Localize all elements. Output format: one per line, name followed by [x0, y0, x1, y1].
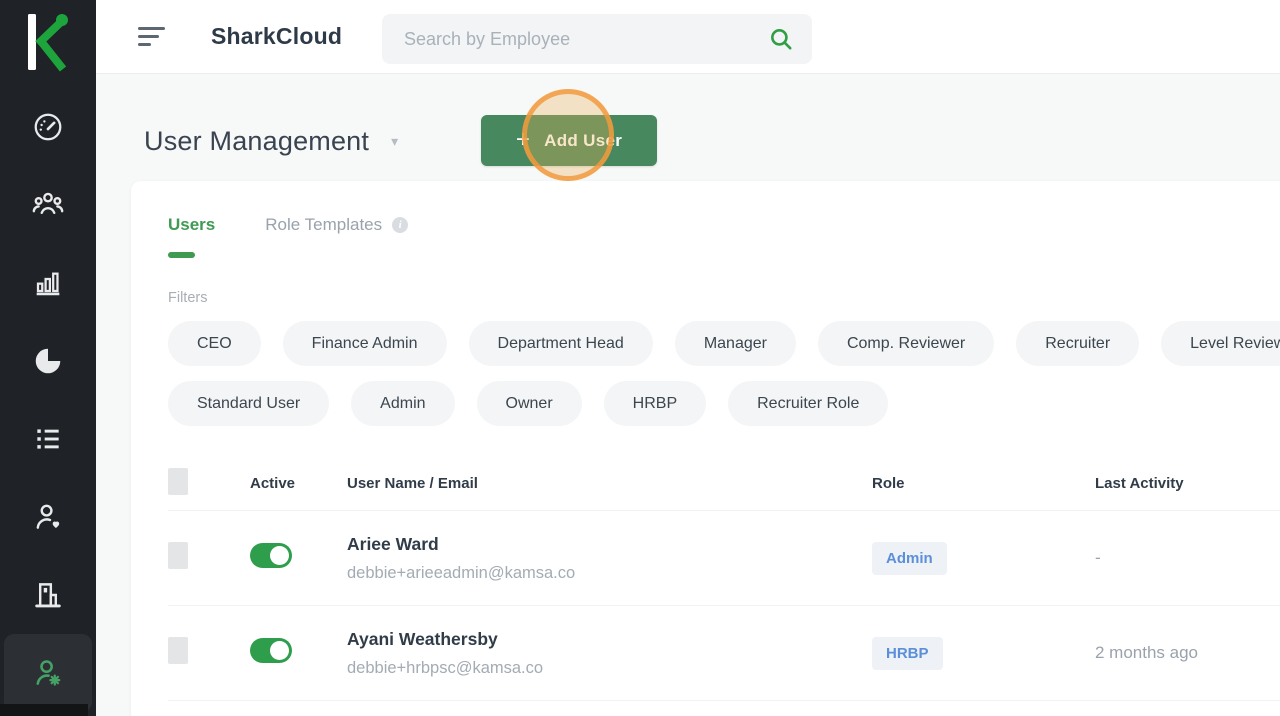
- filter-pill[interactable]: Recruiter Role: [728, 381, 888, 426]
- filter-pill[interactable]: Level Reviewer: [1161, 321, 1280, 366]
- filter-pill[interactable]: Owner: [477, 381, 582, 426]
- filter-row-2: Standard User Admin Owner HRBP Recruiter…: [168, 381, 1280, 426]
- col-name-email: User Name / Email: [347, 475, 872, 492]
- active-toggle[interactable]: [250, 543, 292, 568]
- filter-pill[interactable]: Standard User: [168, 381, 329, 426]
- filter-pill-label: CEO: [197, 335, 232, 353]
- page-head: User Management ▾: [144, 115, 398, 167]
- last-activity: -: [1095, 548, 1280, 568]
- sidebar-item-dashboard[interactable]: [4, 88, 92, 166]
- last-activity: 2 months ago: [1095, 643, 1280, 663]
- list-icon: [32, 423, 64, 455]
- active-tab-underline: [168, 252, 195, 258]
- filter-pill[interactable]: Comp. Reviewer: [818, 321, 994, 366]
- app-title: SharkCloud: [211, 23, 342, 50]
- pie-chart-icon: [32, 345, 64, 377]
- user-settings-icon: [31, 656, 65, 690]
- filter-pill-label: Level Reviewer: [1190, 335, 1280, 353]
- filter-pill-label: HRBP: [633, 395, 677, 413]
- user-email: debbie+hrbpsc@kamsa.co: [347, 659, 872, 678]
- team-icon: [31, 188, 65, 222]
- filter-pill-label: Recruiter Role: [757, 395, 859, 413]
- building-icon: [31, 578, 65, 612]
- filter-pill-label: Owner: [506, 395, 553, 413]
- table-body: Ariee Ward debbie+arieeadmin@kamsa.co Ad…: [168, 510, 1280, 716]
- app-logo[interactable]: [25, 6, 71, 78]
- page-title: User Management: [144, 126, 369, 157]
- filters-label: Filters: [168, 290, 1280, 306]
- tab-role-templates[interactable]: Role Templates i: [265, 215, 408, 235]
- sidebar-item-user-management[interactable]: [4, 634, 92, 712]
- filter-pill-label: Comp. Reviewer: [847, 335, 965, 353]
- filter-pill[interactable]: HRBP: [604, 381, 706, 426]
- table-row: Ayani Weathersby debbie+hrbpsc@kamsa.co …: [168, 605, 1280, 700]
- sidebar: [0, 0, 96, 716]
- kamsa-logo-icon: [25, 11, 71, 73]
- table-header-row: Active User Name / Email Role Last Activ…: [168, 456, 1280, 510]
- filter-pill[interactable]: CEO: [168, 321, 261, 366]
- filter-pill[interactable]: Manager: [675, 321, 796, 366]
- menu-icon[interactable]: [138, 27, 165, 46]
- sidebar-item-analytics[interactable]: [4, 322, 92, 400]
- sidebar-bottom-divider: [0, 704, 88, 716]
- filter-pill[interactable]: Department Head: [469, 321, 653, 366]
- role-badge: Admin: [872, 542, 947, 575]
- user-name: Ariee Ward: [347, 534, 872, 555]
- select-all-checkbox[interactable]: [168, 468, 188, 495]
- table-row: Ariee Ward debbie+arieeadmin@kamsa.co Ad…: [168, 510, 1280, 605]
- tab-users[interactable]: Users: [168, 215, 215, 258]
- tabs: Users Role Templates i: [168, 215, 1280, 258]
- info-icon[interactable]: i: [392, 217, 408, 233]
- row-checkbox[interactable]: [168, 542, 188, 569]
- col-last-activity: Last Activity: [1095, 475, 1280, 492]
- user-name: Ayani Weathersby: [347, 629, 872, 650]
- bar-chart-icon: [32, 267, 64, 299]
- sidebar-item-company[interactable]: [4, 556, 92, 634]
- topbar: SharkCloud: [96, 0, 1280, 73]
- col-role: Role: [872, 475, 1095, 492]
- filter-pill[interactable]: Finance Admin: [283, 321, 447, 366]
- search-input[interactable]: [404, 29, 768, 50]
- add-user-label: Add User: [544, 131, 622, 151]
- role-badge: HRBP: [872, 637, 943, 670]
- col-active: Active: [250, 475, 347, 492]
- add-user-button[interactable]: + Add User: [481, 115, 657, 166]
- sidebar-item-employee-care[interactable]: [4, 478, 92, 556]
- filter-pill-label: Department Head: [498, 335, 624, 353]
- filter-pill[interactable]: Admin: [351, 381, 454, 426]
- plus-icon: +: [516, 128, 530, 152]
- filter-row-1: CEO Finance Admin Department Head Manage…: [168, 321, 1280, 366]
- filter-pill[interactable]: Recruiter: [1016, 321, 1139, 366]
- filter-pill-label: Standard User: [197, 395, 300, 413]
- toggle-knob: [270, 641, 289, 660]
- employee-search: [382, 14, 812, 64]
- table-row: Chad Warwick: [168, 700, 1280, 716]
- active-toggle[interactable]: [250, 638, 292, 663]
- sidebar-item-team[interactable]: [4, 166, 92, 244]
- user-management-card: Users Role Templates i Filters CEO Finan…: [131, 181, 1280, 716]
- filter-pill-label: Admin: [380, 395, 425, 413]
- filter-pill-label: Recruiter: [1045, 335, 1110, 353]
- chevron-down-icon[interactable]: ▾: [391, 133, 398, 150]
- toggle-knob: [270, 546, 289, 565]
- user-heart-icon: [31, 500, 65, 534]
- search-icon[interactable]: [768, 26, 794, 52]
- users-table: Active User Name / Email Role Last Activ…: [168, 456, 1280, 716]
- sidebar-item-reports[interactable]: [4, 244, 92, 322]
- row-checkbox[interactable]: [168, 637, 188, 664]
- dashboard-gauge-icon: [32, 111, 64, 143]
- sidebar-item-lists[interactable]: [4, 400, 92, 478]
- user-email: debbie+arieeadmin@kamsa.co: [347, 564, 872, 583]
- filter-pill-label: Manager: [704, 335, 767, 353]
- filter-pill-label: Finance Admin: [312, 335, 418, 353]
